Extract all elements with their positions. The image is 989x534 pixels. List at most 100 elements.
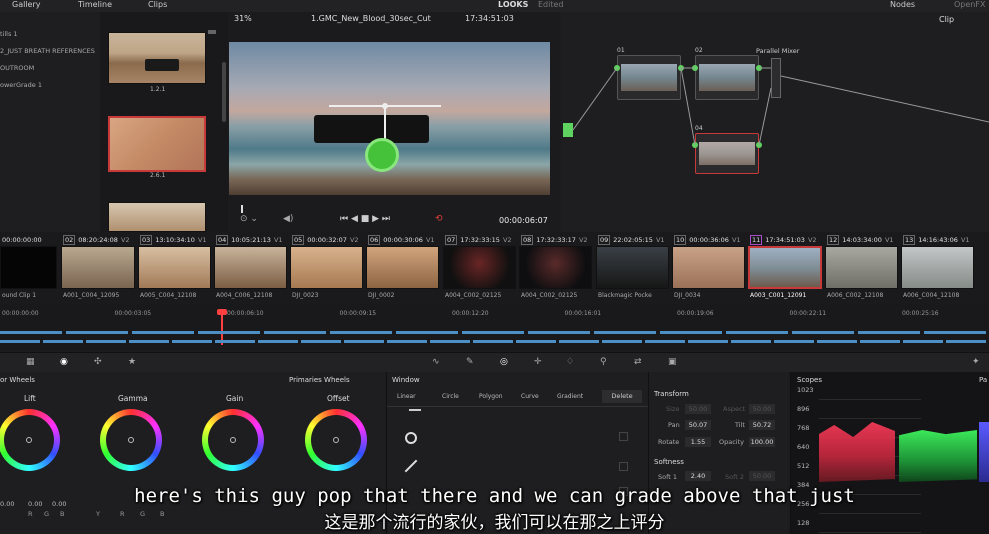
aspect-field[interactable]: 50.00: [749, 404, 775, 414]
tilt-field[interactable]: 50.72: [749, 420, 775, 430]
clip-thumbnail[interactable]: [443, 246, 516, 289]
scopes-mode[interactable]: Pa: [979, 376, 987, 384]
linear-window-icon[interactable]: [409, 409, 421, 411]
openfx-tab[interactable]: OpenFX: [954, 0, 985, 9]
still-thumbnail[interactable]: [108, 32, 206, 84]
pan-field[interactable]: 50.07: [685, 420, 711, 430]
color-wheels-icon[interactable]: ◉: [60, 357, 68, 367]
clip-thumbnail[interactable]: [290, 246, 363, 289]
window-checkbox[interactable]: [619, 432, 628, 441]
circle-window-icon[interactable]: [405, 432, 417, 444]
clip-thumbnail[interactable]: [138, 246, 211, 289]
clip-label: ound Clip 1: [2, 292, 37, 299]
clip-thumbnail[interactable]: [596, 246, 669, 289]
wheels-mode[interactable]: Primaries Wheels: [289, 376, 350, 384]
scope-scale-label: 640: [797, 443, 810, 451]
timecode-top: 17:34:51:03: [465, 14, 514, 23]
soft2-field[interactable]: 50.00: [749, 471, 775, 481]
video-frame[interactable]: [229, 42, 550, 195]
tracker-icon[interactable]: ✛: [534, 357, 542, 367]
album-item[interactable]: OUTROOM: [0, 64, 34, 72]
still-thumbnail[interactable]: [108, 202, 206, 232]
curves-icon[interactable]: ∿: [432, 357, 440, 367]
circle-tool[interactable]: Circle: [442, 393, 459, 400]
clip-label: Blackmagic Pocke: [598, 292, 652, 299]
node-editor: Clip 01 02 Parallel Mixer 04: [561, 12, 989, 232]
ruler-tick: 00:00:19:06: [677, 310, 714, 317]
clip-header: 09 22:02:05:15 V1: [598, 235, 665, 245]
blur-icon[interactable]: ♢: [566, 357, 574, 367]
offset-wheel[interactable]: [305, 409, 367, 471]
view-options-icon[interactable]: ⊙ ⌄: [240, 214, 258, 224]
still-thumbnail-selected[interactable]: [108, 116, 206, 172]
clip-thumbnail[interactable]: [825, 246, 898, 289]
window-checkbox[interactable]: [619, 462, 628, 471]
transport-controls[interactable]: ⏮ ◀ ■ ▶ ⏭: [340, 214, 390, 224]
clip-header: 10 00:00:36:06 V1: [674, 235, 741, 245]
polygon-tool[interactable]: Polygon: [479, 393, 503, 400]
clip-header: 04 10:05:21:13 V1: [216, 235, 283, 245]
still-label: 2.6.1: [150, 172, 166, 179]
ruler-tick: 00:00:09:15: [339, 310, 377, 317]
3d-icon[interactable]: ▣: [668, 357, 677, 367]
clip-thumbnail[interactable]: [61, 246, 135, 289]
line-window-icon[interactable]: [404, 459, 418, 473]
album-item[interactable]: 2_JUST BREATH REFERENCES: [0, 47, 95, 55]
stills-grid: 1.2.1 2.6.1: [100, 12, 228, 232]
scrollbar[interactable]: [222, 62, 226, 122]
transform-title: Transform: [654, 390, 689, 398]
soft1-label: Soft 1: [658, 473, 678, 481]
camera-raw-icon[interactable]: ▦: [26, 357, 35, 367]
clip-thumbnail[interactable]: [748, 246, 822, 289]
linear-tool[interactable]: Linear: [397, 393, 416, 400]
gamma-wheel[interactable]: [100, 409, 162, 471]
curve-tool[interactable]: Curve: [521, 393, 539, 400]
clips-tab[interactable]: Clips: [148, 0, 167, 9]
gallery-tab[interactable]: Gallery: [12, 0, 41, 9]
clip-label: A004_C002_02125: [445, 292, 502, 299]
opacity-field[interactable]: 100.00: [749, 437, 775, 447]
window-center-handle[interactable]: [382, 103, 388, 109]
album-item[interactable]: tills 1: [0, 30, 18, 38]
rgb-mixer-icon[interactable]: ✣: [94, 357, 102, 367]
pan-label: Pan: [668, 421, 680, 429]
timecode-bottom: 00:00:06:07: [499, 216, 548, 225]
soft1-field[interactable]: 2.40: [685, 471, 711, 481]
paint-icon[interactable]: ✦: [972, 357, 980, 367]
size-field[interactable]: 50.00: [685, 404, 711, 414]
clip-thumbnail[interactable]: [0, 246, 57, 289]
clip-thumbnail[interactable]: [366, 246, 439, 289]
motion-effects-icon[interactable]: ★: [128, 357, 136, 367]
slider-handle[interactable]: [208, 30, 216, 34]
clip-thumbnail[interactable]: [901, 246, 974, 289]
clip-header: 13 14:16:43:06 V1: [903, 235, 970, 245]
album-item[interactable]: owerGrade 1: [0, 81, 42, 89]
loop-icon[interactable]: ⟲: [435, 214, 443, 224]
clip-thumbnail[interactable]: [214, 246, 287, 289]
key-icon[interactable]: ⚲: [600, 357, 607, 367]
sizing-icon[interactable]: ⇄: [634, 357, 642, 367]
nodes-tab[interactable]: Nodes: [890, 0, 915, 9]
playhead-handle[interactable]: [217, 309, 227, 315]
clip-header: 08 17:32:33:17 V2: [521, 235, 588, 245]
clip-thumbnail[interactable]: [672, 246, 745, 289]
rotate-field[interactable]: 1.55: [685, 437, 711, 447]
track-v1: [0, 340, 989, 343]
clip-label: A004_C002_02125: [521, 292, 578, 299]
window-icon[interactable]: ◎: [500, 357, 508, 367]
clip-header: 03 13:10:34:10 V1: [140, 235, 207, 245]
audio-icon[interactable]: ◀): [283, 214, 293, 224]
ruler-tick: 00:00:00:00: [2, 310, 39, 317]
circle-window-icon[interactable]: [365, 138, 399, 172]
scope-scale-label: 1023: [797, 386, 814, 394]
viewer-panel: 31% 1.GMC_New_Blood_30sec_Cut 17:34:51:0…: [228, 12, 560, 232]
timeline-tab[interactable]: Timeline: [78, 0, 112, 9]
qualifier-icon[interactable]: ✎: [466, 357, 474, 367]
gain-wheel[interactable]: [202, 409, 264, 471]
delete-button[interactable]: Delete: [602, 390, 642, 403]
scrub-playhead[interactable]: [241, 205, 243, 213]
clip-thumbnail[interactable]: [519, 246, 592, 289]
lift-wheel[interactable]: [0, 409, 60, 471]
gradient-tool[interactable]: Gradient: [557, 393, 583, 400]
zoom-level[interactable]: 31%: [234, 14, 252, 23]
